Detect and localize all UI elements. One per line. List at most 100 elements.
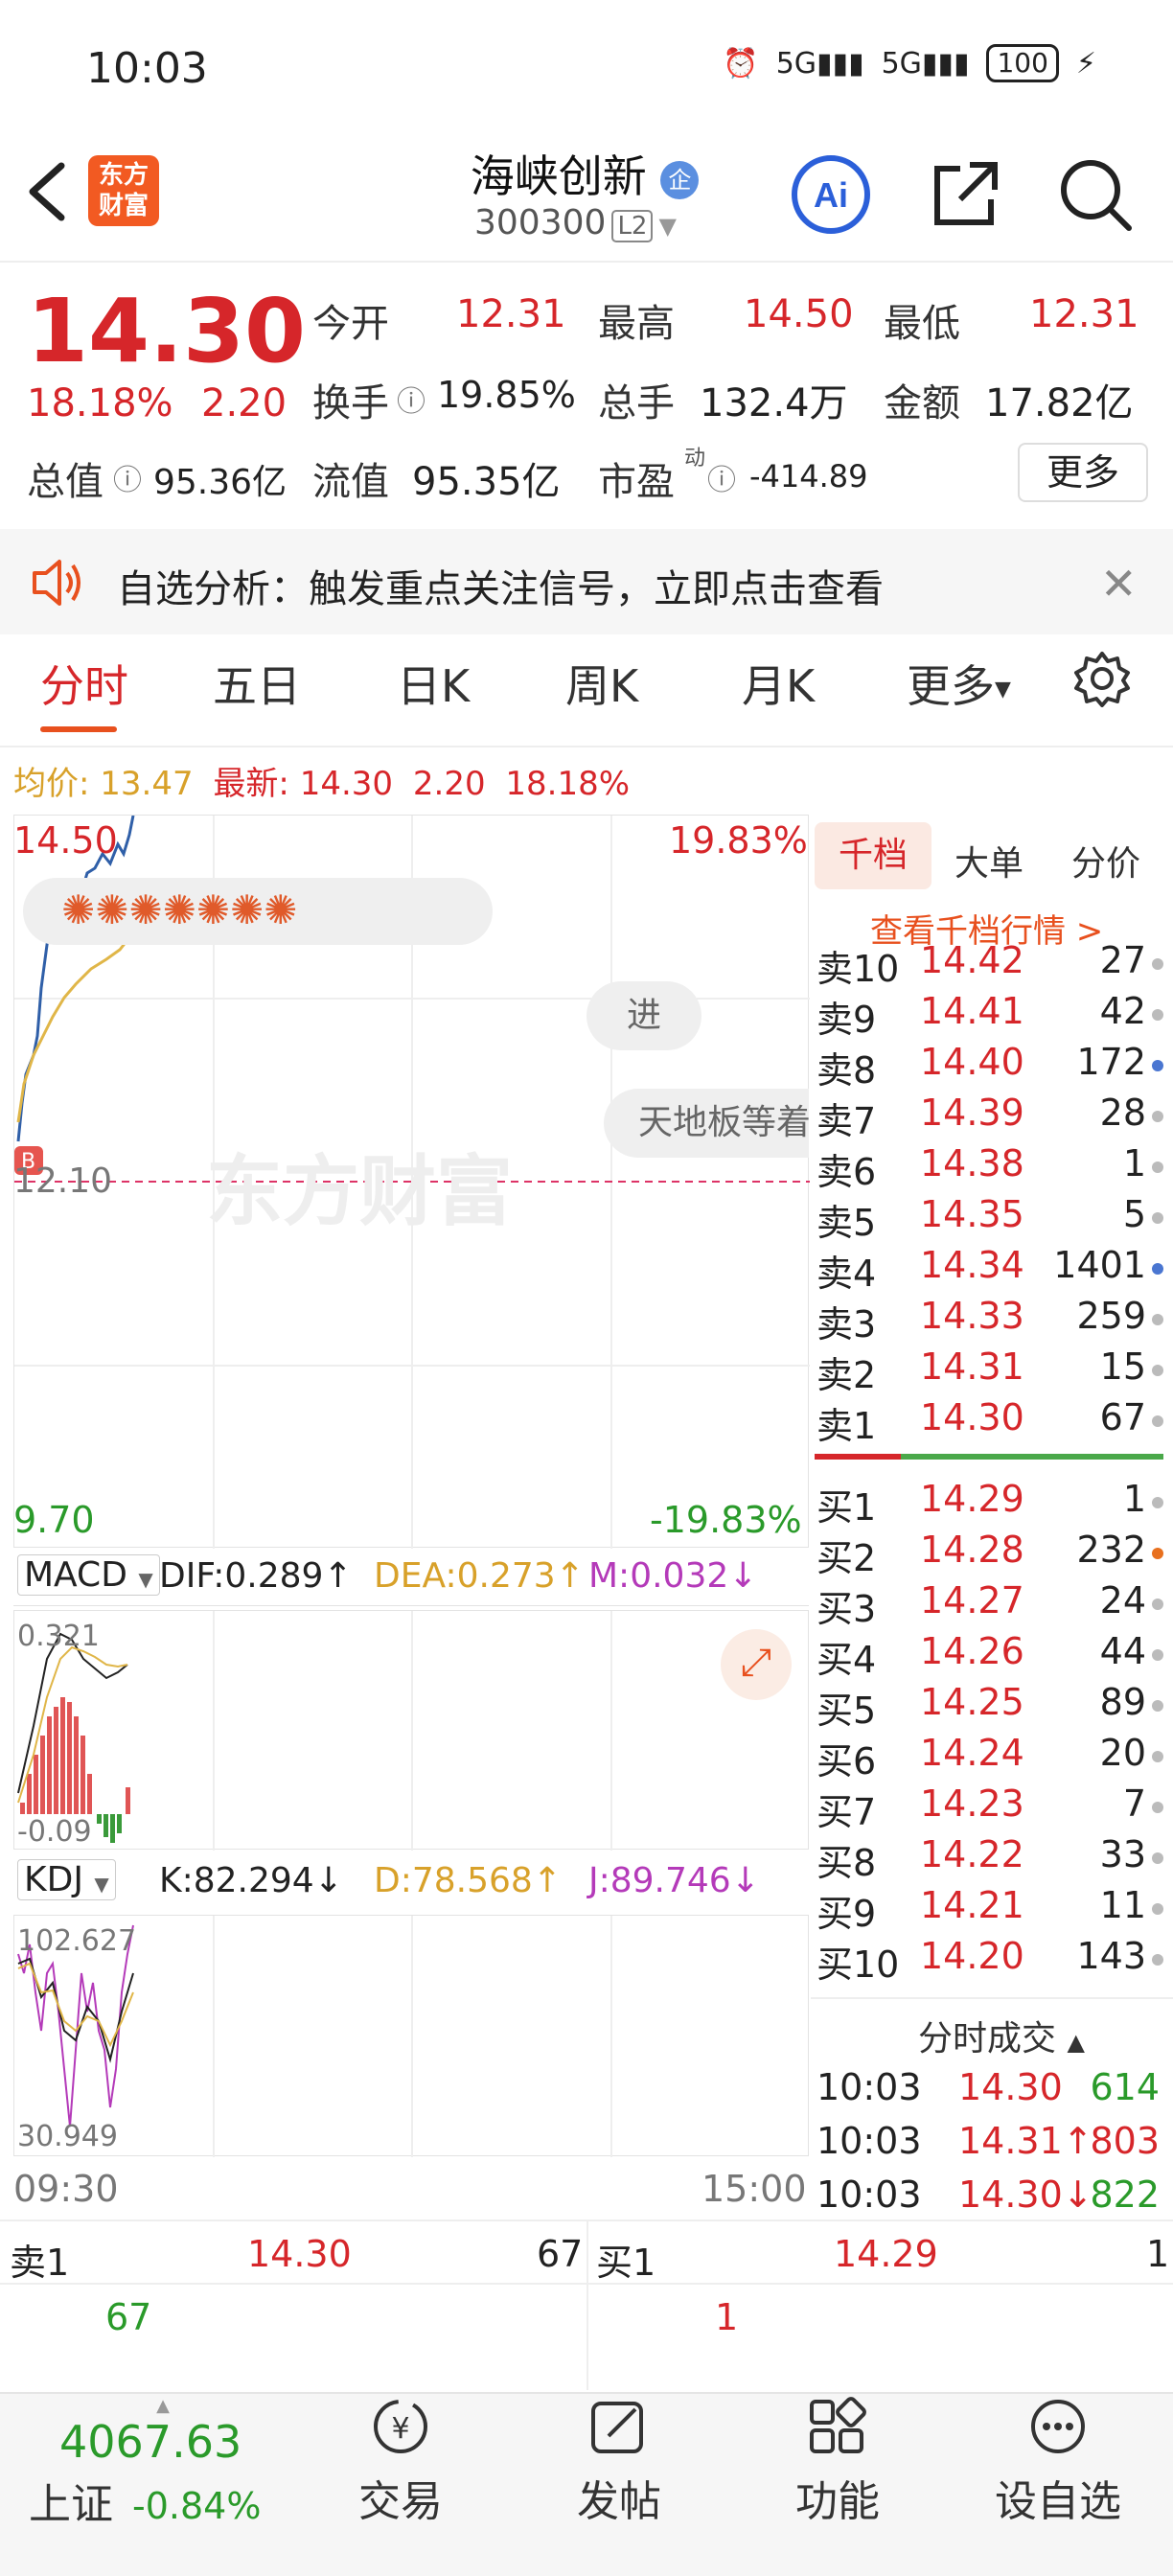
buy-row[interactable]: 买10 14.20 143 [815, 1935, 1163, 1986]
more-button[interactable]: 更多 [1018, 443, 1148, 502]
sell-row[interactable]: 卖8 14.40 172 [815, 1041, 1163, 1092]
buy-row[interactable]: 买7 14.23 7 [815, 1782, 1163, 1833]
sell-row[interactable]: 卖6 14.38 1 [815, 1142, 1163, 1193]
nav-functions[interactable]: 功能 [761, 2396, 914, 2528]
stock-title: 海峡创新 企 [422, 142, 748, 205]
buy-volume: 7 [1122, 1782, 1146, 1825]
back-icon[interactable] [21, 158, 79, 225]
gear-icon[interactable] [1073, 650, 1131, 718]
pe-superscript: 动 [684, 447, 706, 471]
tiandi-bubble[interactable]: 天地板等着 [604, 1089, 809, 1158]
sell-volume: 27 [1099, 939, 1146, 981]
macd-dea: DEA:0.273↑ [374, 1556, 585, 1596]
l1-sell-sub: 67 [105, 2296, 152, 2338]
sell-row[interactable]: 卖4 14.34 1401 [815, 1244, 1163, 1295]
sell-row[interactable]: 卖10 14.42 27 [815, 939, 1163, 990]
volume-value: 132.4万 [700, 381, 848, 426]
expand-icon[interactable]: ⤢ [721, 1629, 792, 1700]
chevron-up-icon: ▲ [1067, 2029, 1085, 2056]
sell-row[interactable]: 卖3 14.33 259 [815, 1295, 1163, 1346]
tab-big-orders[interactable]: 大单 [954, 836, 1024, 886]
enter-bubble[interactable]: 进 [586, 981, 702, 1050]
l1-sell-label: 卖1 [10, 2242, 70, 2284]
tab-qiandang[interactable]: 千档 [815, 822, 932, 889]
tab-more[interactable]: 更多▼ [907, 652, 1011, 715]
stock-code[interactable]: 300300 L2 ▼ [474, 203, 677, 242]
amount-label: 金额 [884, 381, 960, 426]
buy-row[interactable]: 买6 14.24 20 [815, 1732, 1163, 1782]
chart-top-pct: 19.83% [669, 819, 808, 862]
float-label: 流值 [312, 460, 389, 504]
status-dot [1152, 1365, 1163, 1376]
float-value: 95.35亿 [412, 460, 561, 504]
sell-label: 卖6 [816, 1151, 877, 1193]
tab-5day[interactable]: 五日 [213, 652, 301, 715]
tab-weekly-k[interactable]: 周K [565, 652, 638, 715]
index-widget[interactable]: ▲ 4067.63 上证 -0.84% [29, 2396, 297, 2531]
sell-row[interactable]: 卖1 14.30 67 [815, 1396, 1163, 1447]
kdj-label: KDJ [24, 1860, 83, 1899]
kdj-selector[interactable]: KDJ ▼ [17, 1859, 116, 1900]
sell-label: 卖5 [816, 1202, 877, 1244]
grid-icon [810, 2397, 866, 2453]
chart-bottom-pct: -19.83% [650, 1499, 802, 1541]
nav-trade[interactable]: ¥ 交易 [324, 2396, 477, 2528]
signal-icon-2: 5G▮▮▮ [881, 46, 970, 80]
sell-price: 14.38 [920, 1142, 1024, 1184]
l1-buy-sub: 1 [715, 2296, 739, 2338]
status-dot [1152, 1954, 1163, 1966]
sell-row[interactable]: 卖7 14.39 28 [815, 1092, 1163, 1142]
fireworks-bubble: ✺✺✺✺✺✺✺ [23, 878, 493, 945]
buy-row[interactable]: 买1 14.29 1 [815, 1478, 1163, 1529]
buy-row[interactable]: 买3 14.27 24 [815, 1579, 1163, 1630]
nav-add-watchlist[interactable]: 设自选 [981, 2396, 1135, 2528]
share-icon[interactable] [922, 151, 1008, 238]
tab-daily-k[interactable]: 日K [397, 652, 470, 715]
kdj-bottom: 30.949 [17, 2120, 118, 2153]
buy-volume: 24 [1099, 1579, 1146, 1622]
buy-price: 14.22 [920, 1833, 1024, 1875]
search-icon[interactable] [1052, 151, 1138, 238]
status-dot [1152, 1009, 1163, 1021]
sell-row[interactable]: 卖2 14.31 15 [815, 1346, 1163, 1396]
nav-trade-label: 交易 [358, 2477, 443, 2526]
buy-volume: 1 [1122, 1478, 1146, 1520]
tab-monthly-k[interactable]: 月K [742, 652, 815, 715]
chevron-up-icon: ▲ [156, 2396, 170, 2416]
status-dot [1152, 1751, 1163, 1762]
buy-row[interactable]: 买5 14.25 89 [815, 1681, 1163, 1732]
info-icon[interactable]: ⓘ [113, 456, 142, 498]
sell-volume: 42 [1099, 990, 1146, 1032]
nav-post[interactable]: 发帖 [542, 2396, 696, 2528]
buy-row[interactable]: 买4 14.26 44 [815, 1630, 1163, 1681]
macd-chart[interactable] [13, 1610, 809, 1851]
buy-row[interactable]: 买8 14.22 33 [815, 1833, 1163, 1884]
banner-text[interactable]: 自选分析：触发重点关注信号，立即点击查看 [117, 558, 884, 613]
tab-price-dist[interactable]: 分价 [1071, 836, 1140, 886]
tab-intraday[interactable]: 分时 [40, 652, 128, 715]
buy-volume: 44 [1099, 1630, 1146, 1672]
watermark: 东方财富 [206, 1147, 513, 1236]
sell-volume: 28 [1099, 1092, 1146, 1134]
buy-volume: 11 [1099, 1884, 1146, 1926]
ai-icon[interactable]: Ai [788, 151, 874, 238]
l1-sell-price: 14.30 [247, 2233, 352, 2275]
buy-row[interactable]: 买9 14.21 11 [815, 1884, 1163, 1935]
sell-row[interactable]: 卖5 14.35 5 [815, 1193, 1163, 1244]
trades-title-text: 分时成交 [918, 2019, 1057, 2058]
trades-title[interactable]: 分时成交 ▲ [918, 2011, 1085, 2060]
index-pct: -0.84% [132, 2485, 262, 2527]
svg-text:Ai: Ai [814, 175, 848, 215]
sell-price: 14.33 [920, 1295, 1024, 1337]
sell-price: 14.42 [920, 939, 1024, 981]
info-icon[interactable]: ⓘ [397, 378, 426, 420]
volume-label: 总手 [598, 381, 675, 426]
buy-row[interactable]: 买2 14.28 232 [815, 1529, 1163, 1579]
info-icon[interactable]: ⓘ [707, 456, 736, 498]
macd-selector[interactable]: MACD ▼ [17, 1554, 160, 1596]
sell-row[interactable]: 卖9 14.41 42 [815, 990, 1163, 1041]
status-dot [1152, 1497, 1163, 1508]
sell-price: 14.41 [920, 990, 1024, 1032]
status-dot [1152, 1700, 1163, 1712]
close-icon[interactable]: ✕ [1100, 558, 1138, 610]
